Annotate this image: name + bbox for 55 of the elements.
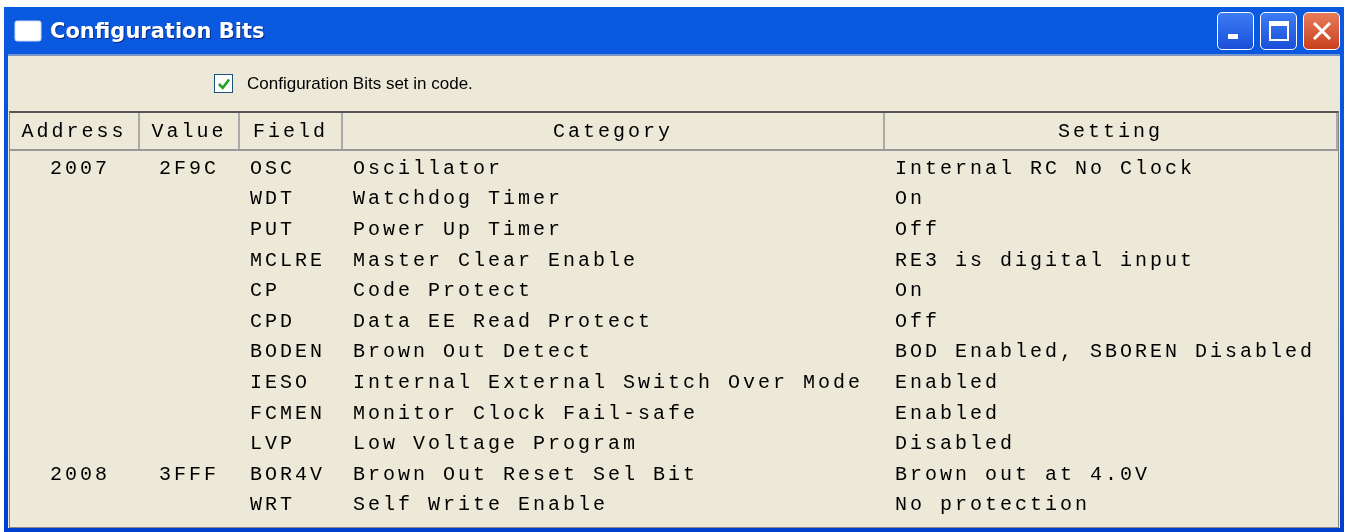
table-cell: Power Up Timer (353, 218, 564, 241)
maximize-button[interactable] (1260, 11, 1297, 50)
table-cell: Enabled (895, 401, 1000, 425)
table-cell: Off (895, 218, 940, 241)
table-cell: Brown Out Detect (353, 340, 594, 364)
window-icon (14, 19, 42, 42)
table-cell: 2008 (50, 462, 110, 486)
table-cell: BOD Enabled, SBOREN Disabled (895, 340, 1316, 364)
table-cell: Watchdog Timer (353, 187, 564, 211)
close-icon (1311, 20, 1332, 41)
minimize-button[interactable] (1217, 11, 1254, 50)
table-cell: FCMEN (250, 401, 325, 425)
table-cell: Monitor Clock Fail-safe (353, 401, 699, 425)
table-cell: Internal External Switch Over Mode (353, 370, 864, 394)
table-cell: BODEN (250, 340, 325, 364)
table-cell: PUT (250, 218, 295, 241)
maximize-icon (1268, 20, 1289, 41)
table-cell: Disabled (895, 432, 1015, 456)
table-cell: 3FFF (159, 462, 219, 486)
table-cell: Data EE Read Protect (353, 309, 654, 333)
table-cell: Self Write Enable (353, 493, 609, 517)
column-header[interactable]: Field (240, 113, 343, 149)
table-cell: No protection (895, 493, 1091, 517)
table-cell: RE3 is digital input (895, 248, 1196, 272)
table-cell: Low Voltage Program (353, 432, 639, 456)
column-header[interactable]: Value (140, 113, 240, 149)
table-cell: BOR4V (250, 462, 325, 486)
table-cell: IESO (250, 370, 310, 394)
checkbox[interactable] (214, 74, 233, 93)
table-cell: On (895, 279, 925, 303)
table-cell: MCLRE (250, 248, 325, 272)
table-cell: 2F9C (159, 156, 219, 180)
table-cell: Brown Out Reset Sel Bit (353, 462, 699, 486)
checkbox-label: Configuration Bits set in code. (247, 73, 473, 94)
table-cell: On (895, 187, 925, 211)
table-cell: CPD (250, 309, 295, 333)
table-cell: Oscillator (353, 156, 504, 180)
table-cell: Off (895, 309, 940, 333)
table-cell: Brown out at 4.0V (895, 462, 1151, 486)
table-cell: WRT (250, 493, 295, 517)
table-cell: OSC (250, 156, 295, 180)
window-title: Configuration Bits (50, 18, 265, 43)
table-cell: Internal RC No Clock (895, 156, 1196, 180)
column-header[interactable]: Setting (885, 113, 1338, 149)
table-cell: Code Protect (353, 279, 534, 303)
table-cell: LVP (250, 432, 295, 456)
table-cell: Enabled (895, 370, 1000, 394)
table-cell: WDT (250, 187, 295, 211)
close-button[interactable] (1303, 11, 1340, 50)
minimize-icon (1227, 34, 1238, 39)
column-header[interactable]: Category (343, 113, 885, 149)
table-cell: 2007 (50, 156, 110, 180)
column-header[interactable]: Address (10, 113, 140, 149)
table-cell: Master Clear Enable (353, 248, 639, 272)
table-cell: CP (250, 279, 280, 303)
